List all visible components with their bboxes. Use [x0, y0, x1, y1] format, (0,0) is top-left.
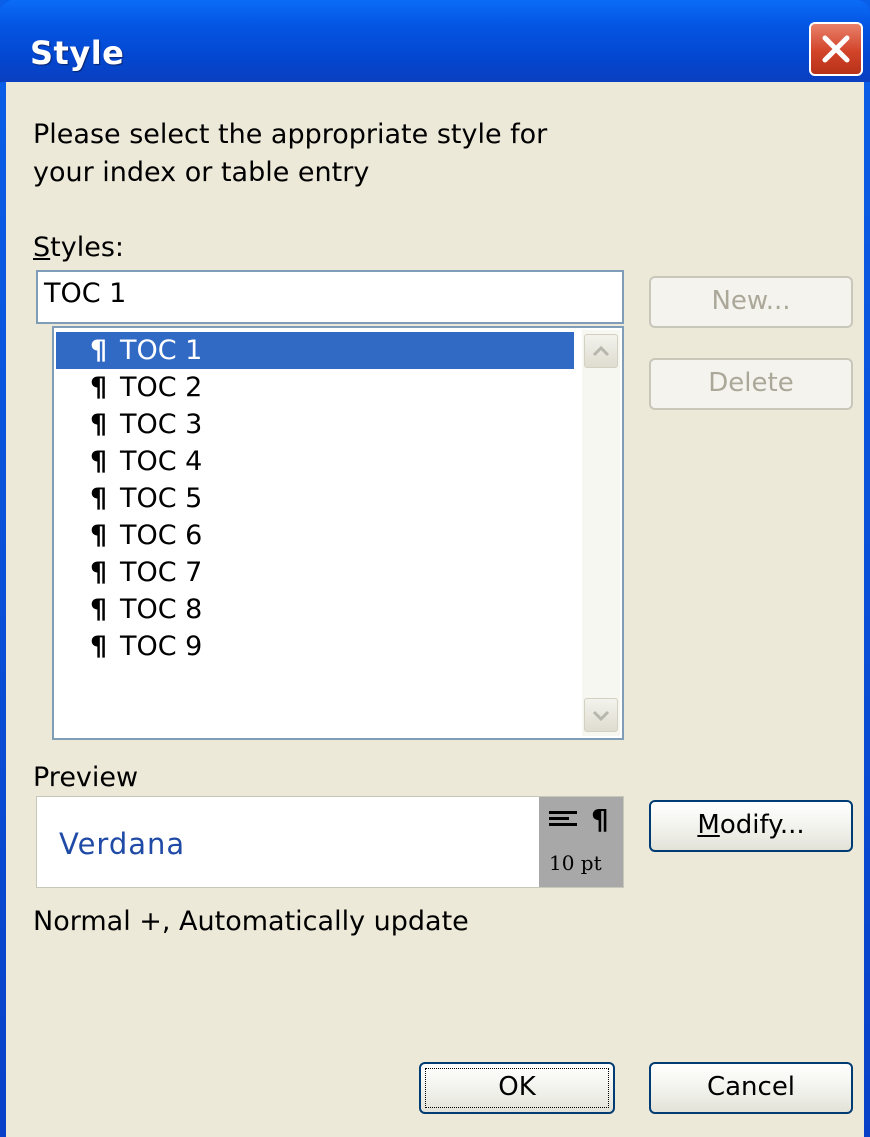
- list-item-label: TOC 8: [120, 594, 203, 625]
- paragraph-style-icon: ¶: [90, 594, 108, 625]
- delete-style-button[interactable]: Delete: [649, 358, 853, 410]
- paragraph-style-icon: ¶: [90, 372, 108, 403]
- cancel-button[interactable]: Cancel: [649, 1062, 853, 1114]
- list-item-toc-7[interactable]: ¶ TOC 7: [56, 554, 574, 591]
- paragraph-style-icon: ¶: [90, 446, 108, 477]
- style-preview-box: Verdana ¶ 10 pt: [36, 796, 624, 888]
- list-item-label: TOC 2: [120, 372, 203, 403]
- modify-accesskey: M: [697, 810, 720, 840]
- paragraph-style-icon: ¶: [90, 631, 108, 662]
- modify-label: odify...: [719, 810, 805, 840]
- ok-button[interactable]: OK: [419, 1062, 615, 1114]
- scroll-up-button[interactable]: [584, 334, 618, 368]
- paragraph-style-icon: ¶: [90, 409, 108, 440]
- paragraph-style-icon: ¶: [90, 520, 108, 551]
- list-item-toc-1[interactable]: ¶ TOC 1: [56, 332, 574, 369]
- styles-label-accesskey: S: [33, 232, 51, 263]
- paragraph-mark-icon: ¶: [591, 803, 609, 836]
- new-style-button[interactable]: New...: [649, 276, 853, 328]
- list-item-toc-4[interactable]: ¶ TOC 4: [56, 443, 574, 480]
- instruction-text: Please select the appropriate style for …: [33, 119, 548, 188]
- align-left-icon: [549, 811, 577, 826]
- focus-rectangle: [425, 1068, 609, 1108]
- scroll-up-arrow-icon: [592, 345, 610, 357]
- list-item-toc-2[interactable]: ¶ TOC 2: [56, 369, 574, 406]
- style-name-input[interactable]: TOC 1: [36, 270, 624, 324]
- list-item-toc-3[interactable]: ¶ TOC 3: [56, 406, 574, 443]
- title-bar[interactable]: Style: [0, 0, 870, 82]
- scroll-down-button[interactable]: [584, 698, 618, 732]
- styles-label: Styles:: [33, 232, 124, 263]
- window-title: Style: [30, 34, 125, 72]
- preview-font-name: Verdana: [59, 827, 186, 861]
- list-item-label: TOC 5: [120, 483, 203, 514]
- preview-font-size: 10 pt: [549, 851, 602, 875]
- list-item-toc-6[interactable]: ¶ TOC 6: [56, 517, 574, 554]
- list-item-toc-9[interactable]: ¶ TOC 9: [56, 628, 574, 665]
- scroll-down-arrow-icon: [592, 710, 610, 722]
- close-button[interactable]: [809, 22, 863, 76]
- list-item-toc-5[interactable]: ¶ TOC 5: [56, 480, 574, 517]
- modify-button[interactable]: Modify...: [649, 800, 853, 852]
- paragraph-style-icon: ¶: [90, 557, 108, 588]
- styles-label-text: tyles:: [50, 232, 124, 263]
- close-icon: [822, 35, 850, 63]
- style-dialog-window: Style Please select the appropriate styl…: [0, 0, 870, 1137]
- list-item-label: TOC 4: [120, 446, 203, 477]
- listbox-scrollbar[interactable]: [582, 330, 620, 736]
- list-item-toc-8[interactable]: ¶ TOC 8: [56, 591, 574, 628]
- list-item-label: TOC 7: [120, 557, 203, 588]
- list-item-label: TOC 3: [120, 409, 203, 440]
- style-description: Normal +, Automatically update: [33, 906, 469, 937]
- list-item-label: TOC 6: [120, 520, 203, 551]
- paragraph-style-icon: ¶: [90, 483, 108, 514]
- list-item-label: TOC 9: [120, 631, 203, 662]
- preview-label: Preview: [33, 762, 139, 793]
- paragraph-style-icon: ¶: [90, 335, 108, 366]
- list-item-label: TOC 1: [120, 335, 203, 366]
- dialog-body: Please select the appropriate style for …: [6, 82, 864, 1137]
- preview-format-panel: ¶ 10 pt: [539, 797, 623, 887]
- styles-listbox[interactable]: ¶ TOC 1 ¶ TOC 2 ¶ TOC 3 ¶ TOC 4 ¶ TOC 5 ¶ TOC …: [52, 326, 624, 740]
